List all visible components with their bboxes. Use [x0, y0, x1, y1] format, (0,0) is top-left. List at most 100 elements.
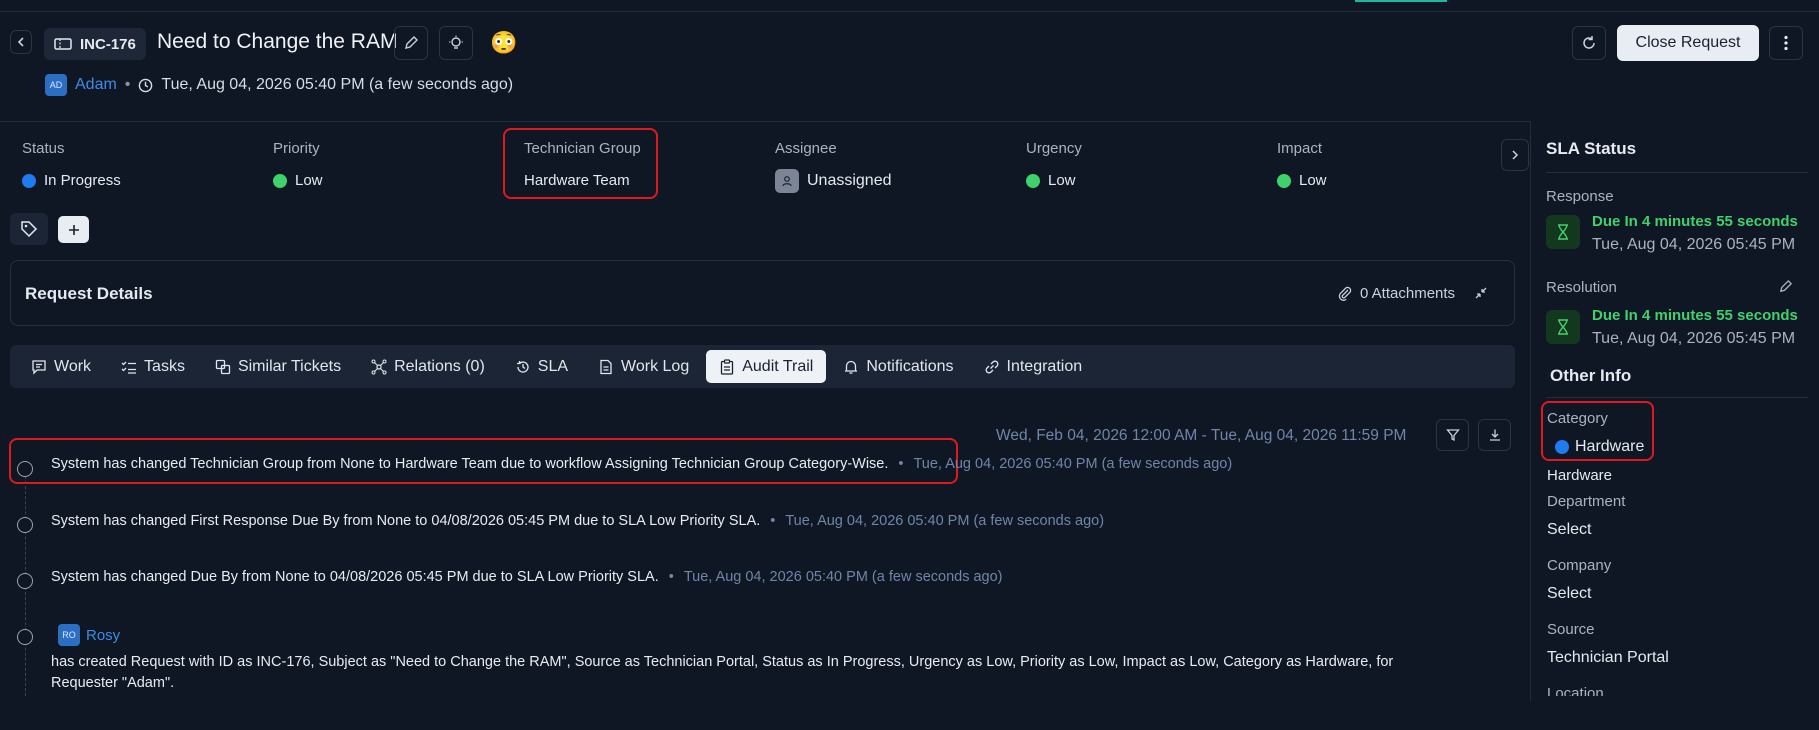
- relations-icon: [371, 359, 387, 374]
- date-range[interactable]: Wed, Feb 04, 2026 12:00 AM - Tue, Aug 04…: [996, 427, 1406, 445]
- add-tag-button[interactable]: [58, 216, 89, 243]
- company-label: Company: [1547, 557, 1612, 574]
- filter-button[interactable]: [1436, 419, 1469, 451]
- clock-icon: [139, 78, 153, 92]
- category-value: Hardware: [1575, 438, 1645, 455]
- close-request-button[interactable]: Close Request: [1617, 25, 1759, 61]
- impact-field[interactable]: Low: [1277, 172, 1327, 189]
- tags-button[interactable]: [10, 213, 48, 245]
- copy-icon: [215, 359, 231, 374]
- tab-work[interactable]: Work: [18, 350, 104, 383]
- tab-tasks[interactable]: Tasks: [108, 350, 198, 383]
- checklist-icon: [121, 361, 137, 374]
- separator-dot: •: [898, 456, 904, 472]
- created-entry-line: has created Request with ID as INC-176, …: [51, 654, 1394, 670]
- hourglass-icon: [1558, 319, 1568, 335]
- category-dot: [1555, 440, 1569, 454]
- more-options-button[interactable]: [1769, 26, 1803, 60]
- audit-entry-time: Tue, Aug 04, 2026 05:40 PM (a few second…: [785, 513, 1105, 529]
- ideas-button[interactable]: [439, 26, 473, 60]
- requester-line: AD Adam • Tue, Aug 04, 2026 05:40 PM (a …: [45, 74, 513, 96]
- audit-entry: System has changed First Response Due By…: [51, 513, 1104, 529]
- status-field[interactable]: In Progress: [22, 172, 121, 189]
- impact-dot: [1277, 173, 1291, 188]
- response-date: Tue, Aug 04, 2026 05:45 PM: [1592, 236, 1796, 253]
- edit-title-button[interactable]: [394, 26, 428, 60]
- department-select[interactable]: Select: [1547, 521, 1591, 539]
- source-label: Source: [1547, 621, 1595, 638]
- audit-entry-time: Tue, Aug 04, 2026 05:40 PM (a few second…: [913, 456, 1233, 472]
- refresh-icon: [1583, 36, 1595, 49]
- tech-group-field[interactable]: Hardware Team: [524, 172, 630, 189]
- ticket-icon: [54, 38, 72, 50]
- urgency-label: Urgency: [1026, 140, 1082, 157]
- download-button[interactable]: [1478, 419, 1511, 451]
- user-icon: [775, 169, 799, 193]
- resolution-label: Resolution: [1546, 279, 1617, 296]
- expand-details-button[interactable]: [1474, 286, 1488, 304]
- request-details-title: Request Details: [25, 284, 153, 303]
- tab-relations[interactable]: Relations (0): [358, 350, 498, 383]
- top-bar: [0, 0, 1819, 12]
- urgency-dot: [1026, 173, 1040, 188]
- priority-value: Low: [295, 172, 323, 189]
- audit-entry: System has changed Due By from None to 0…: [51, 569, 1003, 585]
- company-select[interactable]: Select: [1547, 585, 1591, 603]
- tab-work-log-label: Work Log: [621, 357, 690, 375]
- plus-icon: [68, 224, 79, 235]
- assignee-field[interactable]: Unassigned: [775, 169, 892, 193]
- comment-icon: [32, 359, 46, 375]
- tab-notifications[interactable]: Notifications: [830, 350, 966, 383]
- resolution-due: Due In 4 minutes 55 seconds: [1592, 307, 1798, 324]
- tab-similar-tickets[interactable]: Similar Tickets: [202, 350, 354, 383]
- urgency-field[interactable]: Low: [1026, 172, 1076, 189]
- created-entry-line: Requester "Adam".: [51, 675, 175, 691]
- creator-link[interactable]: Rosy: [86, 627, 120, 644]
- request-details-panel[interactable]: [10, 260, 1515, 326]
- tab-audit-trail-label: Audit Trail: [742, 357, 814, 375]
- category-subcategory: Hardware: [1547, 467, 1613, 484]
- requester-link[interactable]: Adam: [75, 76, 117, 94]
- response-hourglass: [1546, 215, 1580, 249]
- status-value: In Progress: [44, 172, 121, 189]
- resolution-hourglass: [1546, 310, 1580, 344]
- tab-work-log[interactable]: Work Log: [585, 350, 702, 383]
- tab-audit-trail[interactable]: Audit Trail: [706, 350, 827, 383]
- tab-work-label: Work: [54, 357, 92, 375]
- bulb-icon: [449, 35, 463, 49]
- response-due: Due In 4 minutes 55 seconds: [1592, 213, 1798, 230]
- other-info-title: Other Info: [1550, 366, 1632, 385]
- timeline-node: [17, 573, 33, 589]
- tab-integration[interactable]: Integration: [971, 350, 1096, 383]
- separator-dot: •: [668, 569, 674, 585]
- edit-resolution-button[interactable]: [1778, 279, 1793, 298]
- tech-group-value: Hardware Team: [524, 172, 630, 189]
- category-label: Category: [1547, 410, 1608, 427]
- audit-entry-text: System has changed Due By from None to 0…: [51, 569, 659, 585]
- priority-label: Priority: [273, 140, 320, 157]
- collapse-sidebar-button[interactable]: [1501, 139, 1529, 171]
- emoji-reaction[interactable]: 😳: [490, 30, 517, 56]
- kebab-icon: [1784, 35, 1788, 51]
- priority-field[interactable]: Low: [273, 172, 323, 189]
- attachments-button[interactable]: 0 Attachments: [1337, 285, 1455, 302]
- ticket-id: INC-176: [80, 35, 136, 53]
- timeline-node: [17, 629, 33, 645]
- chevron-right-icon: [1512, 150, 1519, 160]
- divider: [1546, 172, 1808, 173]
- back-button[interactable]: [10, 30, 32, 54]
- link-icon: [985, 360, 998, 373]
- assignee-value: Unassigned: [807, 172, 892, 189]
- refresh-button[interactable]: [1572, 26, 1606, 60]
- bell-icon: [845, 360, 858, 374]
- tab-sla[interactable]: SLA: [502, 350, 581, 383]
- category-field[interactable]: Hardware: [1555, 438, 1644, 456]
- timeline-node: [17, 517, 33, 533]
- tab-relations-label: Relations (0): [394, 357, 485, 375]
- source-value[interactable]: Technician Portal: [1547, 649, 1669, 667]
- impact-label: Impact: [1277, 140, 1323, 157]
- clipboard-icon: [721, 358, 734, 375]
- history-icon: [516, 360, 529, 373]
- edit-icon: [405, 36, 418, 49]
- audit-entry-text: System has changed Technician Group from…: [51, 456, 889, 472]
